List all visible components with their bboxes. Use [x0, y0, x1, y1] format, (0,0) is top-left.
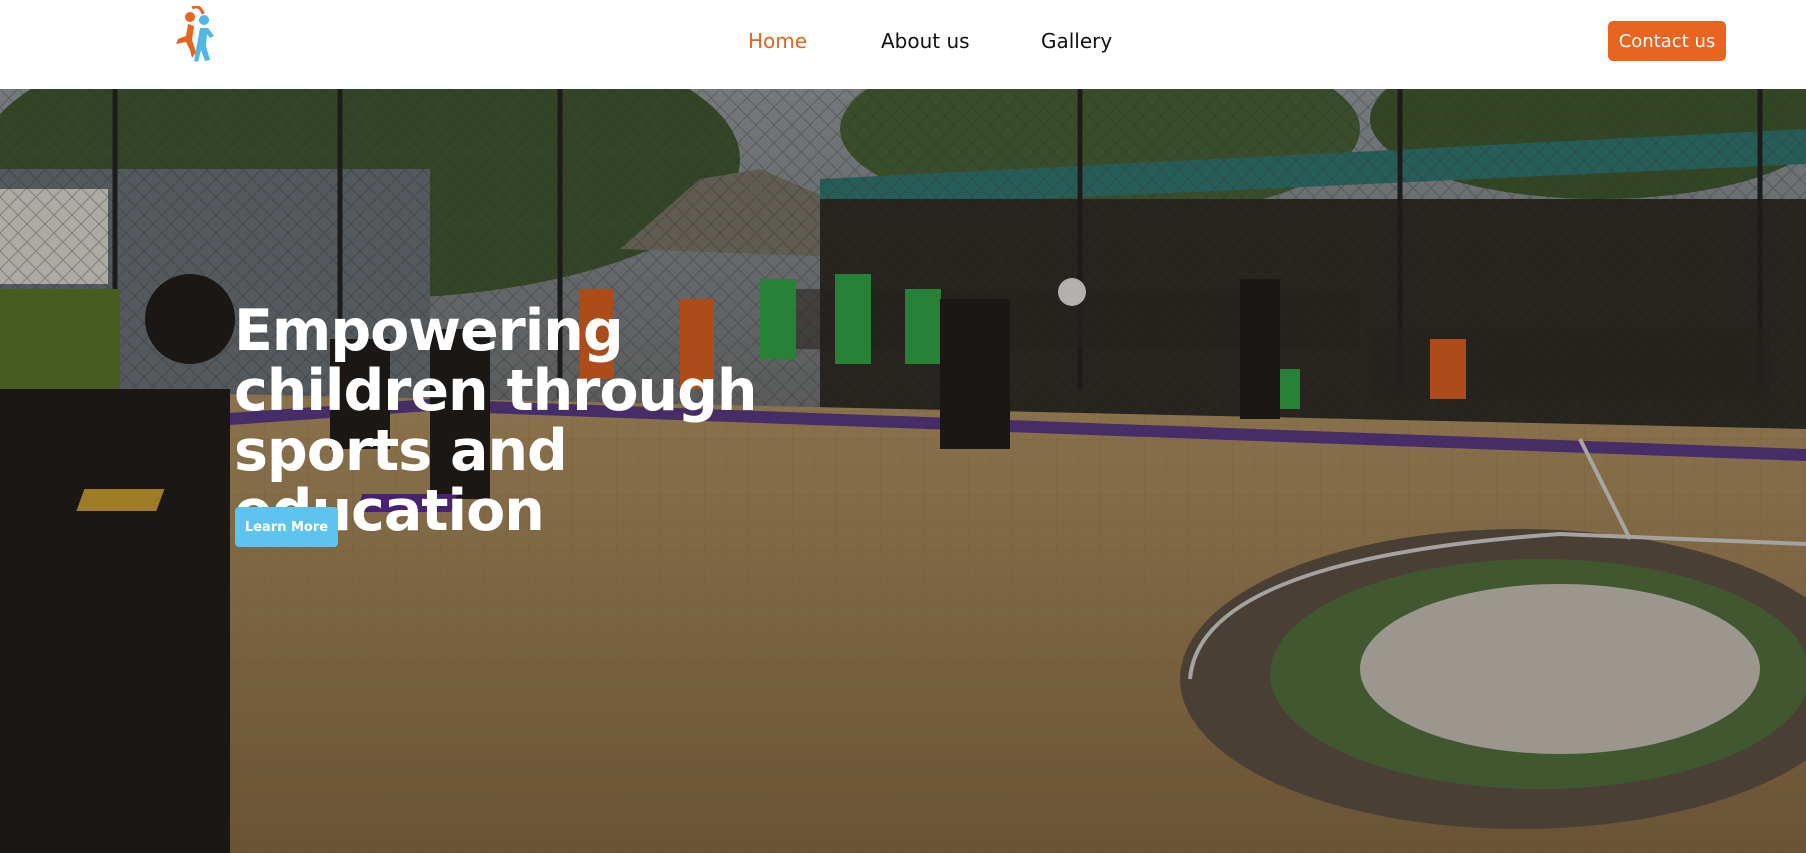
site-header: Home About us Gallery Contact us — [0, 0, 1806, 89]
main-nav: Home About us Gallery — [0, 0, 1806, 82]
nav-about-link[interactable]: About us — [881, 29, 970, 53]
hero-section: Empowering children through sports and e… — [0, 89, 1806, 853]
learn-more-button[interactable]: Learn More — [235, 507, 338, 547]
nav-home-link[interactable]: Home — [748, 29, 807, 53]
nav-gallery-link[interactable]: Gallery — [1041, 29, 1112, 53]
hero-title: Empowering children through sports and e… — [234, 298, 758, 544]
contact-button[interactable]: Contact us — [1608, 21, 1726, 61]
